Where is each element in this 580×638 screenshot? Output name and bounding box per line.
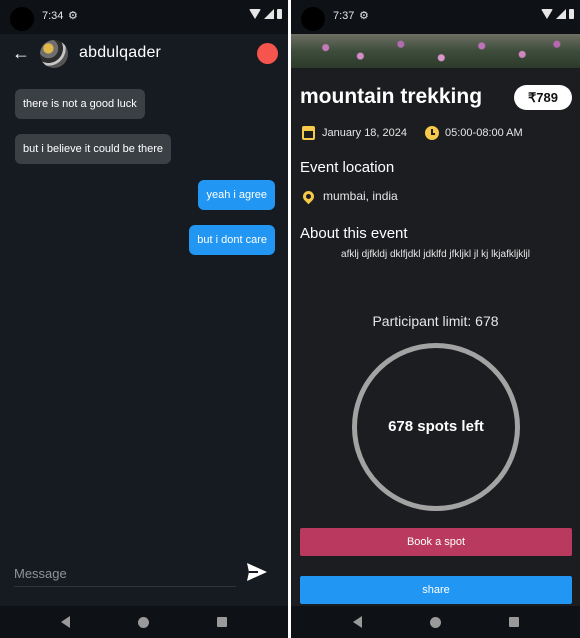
message-composer [0, 552, 288, 592]
event-location: mumbai, india [323, 189, 398, 203]
chat-header: ← abdulqader [0, 34, 288, 76]
book-spot-button[interactable]: Book a spot [300, 528, 572, 556]
back-arrow-icon[interactable]: ← [12, 43, 30, 64]
camera-cutout [301, 7, 325, 31]
share-button[interactable]: share [300, 576, 572, 604]
nav-back-icon[interactable] [61, 616, 70, 628]
event-title: mountain trekking [300, 85, 483, 108]
message-bubble-incoming: there is not a good luck [15, 89, 145, 119]
status-bar: 7:37 ⚙ [291, 0, 580, 34]
event-description: afklj djfkldj dklfjdkl jdklfd jfkljkl jl… [341, 249, 530, 260]
input-underline [14, 586, 236, 587]
message-bubble-outgoing: but i dont care [189, 225, 275, 255]
screenshot-pair: 7:34 ⚙ ← abdulqader there is not a good … [0, 0, 580, 638]
status-dot[interactable] [257, 43, 278, 64]
location-heading: Event location [300, 159, 395, 176]
location-pin-icon [300, 188, 317, 204]
wifi-icon [249, 9, 261, 19]
gear-icon: ⚙ [68, 10, 78, 22]
message-bubble-incoming: but i believe it could be there [15, 134, 172, 164]
event-banner-image [291, 34, 580, 68]
status-icons [249, 9, 282, 19]
wifi-icon [541, 9, 553, 19]
camera-cutout [10, 7, 34, 31]
message-input[interactable] [14, 563, 224, 583]
chat-screen: 7:34 ⚙ ← abdulqader there is not a good … [0, 0, 288, 638]
spots-left: 678 spots left [388, 418, 484, 435]
navigation-bar [291, 606, 580, 638]
status-icons [541, 9, 574, 19]
about-heading: About this event [300, 225, 408, 242]
status-bar: 7:34 ⚙ [0, 0, 288, 34]
signal-icon [556, 9, 566, 19]
nav-home-icon[interactable] [429, 616, 441, 628]
nav-home-icon[interactable] [138, 616, 149, 628]
chat-username: abdulqader [79, 44, 162, 61]
location-row: mumbai, india [300, 188, 398, 204]
nav-recent-icon[interactable] [508, 617, 519, 627]
date-time-row: January 18, 2024 05:00-08:00 AM [302, 126, 523, 140]
status-time: 7:34 [42, 10, 64, 22]
participant-limit: Participant limit: 678 [372, 313, 499, 329]
event-time: 05:00-08:00 AM [445, 127, 523, 139]
signal-icon [264, 9, 274, 19]
gear-icon: ⚙ [359, 10, 369, 22]
battery-icon [277, 9, 282, 19]
navigation-bar [0, 606, 288, 638]
clock-icon [425, 126, 440, 140]
message-bubble-outgoing: yeah i agree [198, 180, 275, 210]
battery-icon [569, 9, 574, 19]
nav-recent-icon[interactable] [217, 617, 227, 627]
nav-back-icon[interactable] [352, 616, 362, 628]
avatar[interactable] [40, 40, 68, 68]
status-time: 7:37 [333, 10, 355, 22]
event-date: January 18, 2024 [322, 127, 408, 139]
send-icon[interactable] [246, 562, 268, 582]
event-screen: 7:37 ⚙ mountain trekking ₹789 January 18… [291, 0, 580, 638]
calendar-icon [302, 126, 315, 140]
price-badge: ₹789 [514, 85, 572, 110]
